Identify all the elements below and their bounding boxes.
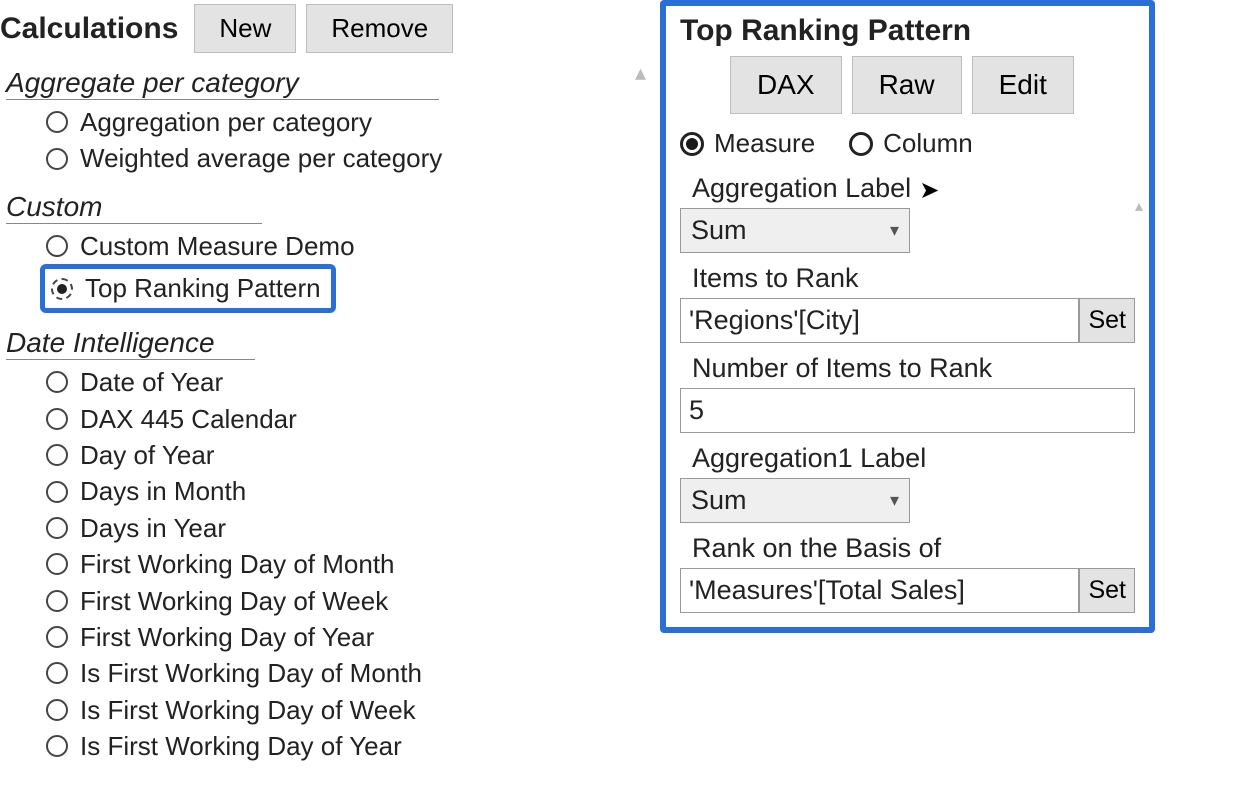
option-date-of-year[interactable]: Date of Year	[46, 364, 640, 400]
radio-icon	[46, 408, 68, 430]
radio-icon	[46, 235, 68, 257]
group-label-custom: Custom	[6, 191, 262, 224]
option-label: Is First Working Day of Week	[80, 692, 416, 728]
group-label-date-intelligence: Date Intelligence	[6, 327, 255, 360]
radio-icon	[46, 662, 68, 684]
select-value: Sum	[691, 485, 747, 516]
cursor-icon: ➤	[919, 176, 939, 205]
option-label: Aggregation per category	[80, 104, 372, 140]
radio-icon	[46, 481, 68, 503]
radio-column-icon[interactable]	[849, 132, 873, 156]
option-is-first-working-day-year[interactable]: Is First Working Day of Year	[46, 728, 640, 764]
option-label: Date of Year	[80, 364, 223, 400]
option-label: Days in Month	[80, 473, 246, 509]
chevron-down-icon: ▾	[890, 490, 899, 511]
calculations-panel: Calculations New Remove Aggregate per ca…	[0, 0, 640, 772]
option-label: Days in Year	[80, 510, 226, 546]
pattern-details-panel: Top Ranking Pattern DAX Raw Edit Measure…	[660, 0, 1155, 633]
option-label: Day of Year	[80, 437, 214, 473]
option-label: Custom Measure Demo	[80, 228, 355, 264]
dax-button[interactable]: DAX	[730, 56, 842, 114]
calculations-header: Calculations New Remove	[0, 4, 640, 53]
radio-icon	[46, 590, 68, 612]
option-dax-445-calendar[interactable]: DAX 445 Calendar	[46, 401, 640, 437]
radio-icon	[46, 553, 68, 575]
aggregation1-label: Aggregation1 Label	[692, 443, 1135, 474]
radio-icon	[46, 626, 68, 648]
radio-measure-icon[interactable]	[680, 132, 704, 156]
basis-set-button[interactable]: Set	[1079, 568, 1135, 613]
calculations-title: Calculations	[0, 12, 178, 46]
option-day-of-year[interactable]: Day of Year	[46, 437, 640, 473]
radio-icon	[46, 517, 68, 539]
aggregation-select[interactable]: Sum ▾	[680, 208, 910, 253]
aggregation-label: Aggregation Label ➤	[692, 173, 1135, 204]
panel-buttons: DAX Raw Edit	[730, 56, 1135, 114]
new-button[interactable]: New	[194, 4, 296, 53]
panel-title: Top Ranking Pattern	[680, 14, 1135, 48]
option-days-in-month[interactable]: Days in Month	[46, 473, 640, 509]
option-label: First Working Day of Week	[80, 583, 388, 619]
group-custom-list: Custom Measure Demo Top Ranking Pattern	[46, 228, 640, 313]
option-weighted-average[interactable]: Weighted average per category	[46, 140, 640, 176]
raw-button[interactable]: Raw	[852, 56, 962, 114]
aggregation1-select[interactable]: Sum ▾	[680, 478, 910, 523]
radio-measure-label: Measure	[714, 128, 815, 159]
radio-icon	[46, 111, 68, 133]
items-to-rank-input[interactable]: 'Regions'[City]	[680, 298, 1079, 343]
option-label: Is First Working Day of Month	[80, 655, 422, 691]
number-of-items-label: Number of Items to Rank	[692, 353, 1135, 384]
option-first-working-day-week[interactable]: First Working Day of Week	[46, 583, 640, 619]
option-is-first-working-day-week[interactable]: Is First Working Day of Week	[46, 692, 640, 728]
items-set-button[interactable]: Set	[1079, 298, 1135, 343]
rank-basis-label: Rank on the Basis of	[692, 533, 1135, 564]
option-aggregation-per-category[interactable]: Aggregation per category	[46, 104, 640, 140]
option-label: Top Ranking Pattern	[85, 273, 321, 304]
option-label: First Working Day of Year	[80, 619, 374, 655]
group-date-intelligence-list: Date of Year DAX 445 Calendar Day of Yea…	[46, 364, 640, 764]
option-label: First Working Day of Month	[80, 546, 395, 582]
scroll-up-icon[interactable]: ▴	[635, 60, 646, 86]
radio-icon	[46, 148, 68, 170]
option-label: Is First Working Day of Year	[80, 728, 402, 764]
rank-basis-input[interactable]: 'Measures'[Total Sales]	[680, 568, 1079, 613]
option-is-first-working-day-month[interactable]: Is First Working Day of Month	[46, 655, 640, 691]
remove-button[interactable]: Remove	[306, 4, 453, 53]
radio-icon	[46, 444, 68, 466]
select-value: Sum	[691, 215, 747, 246]
option-first-working-day-year[interactable]: First Working Day of Year	[46, 619, 640, 655]
radio-column-label: Column	[883, 128, 973, 159]
edit-button[interactable]: Edit	[972, 56, 1074, 114]
radio-icon	[46, 371, 68, 393]
number-of-items-input[interactable]: 5	[680, 388, 1135, 433]
panel-scroll-up-icon[interactable]: ▴	[1131, 196, 1147, 226]
option-label: Weighted average per category	[80, 140, 442, 176]
option-label: DAX 445 Calendar	[80, 401, 297, 437]
radio-icon	[46, 699, 68, 721]
option-top-ranking-pattern[interactable]: Top Ranking Pattern	[40, 264, 336, 313]
chevron-down-icon: ▾	[890, 220, 899, 241]
option-days-in-year[interactable]: Days in Year	[46, 510, 640, 546]
type-radio-group: Measure Column	[680, 128, 1135, 159]
option-custom-measure-demo[interactable]: Custom Measure Demo	[46, 228, 640, 264]
option-first-working-day-month[interactable]: First Working Day of Month	[46, 546, 640, 582]
group-label-aggregate: Aggregate per category	[6, 67, 439, 100]
group-aggregate-list: Aggregation per category Weighted averag…	[46, 104, 640, 177]
radio-icon	[46, 735, 68, 757]
radio-selected-icon	[51, 278, 73, 300]
items-to-rank-label: Items to Rank	[692, 263, 1135, 294]
